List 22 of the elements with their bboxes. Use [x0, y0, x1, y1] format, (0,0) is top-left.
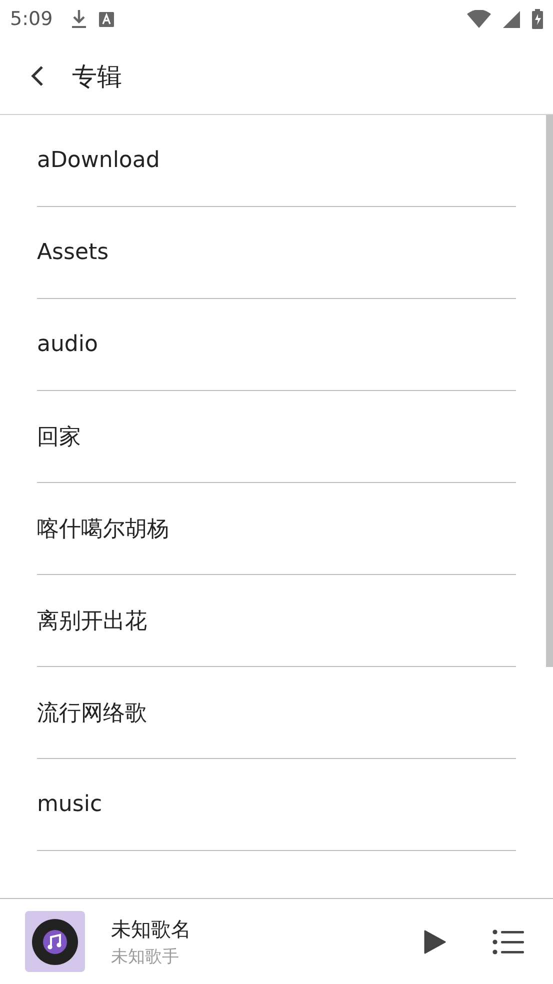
status-time: 5:09 [10, 8, 53, 30]
battery-icon [532, 9, 543, 29]
album-cover[interactable] [25, 911, 85, 972]
page-title: 专辑 [72, 60, 122, 92]
signal-icon [503, 10, 520, 28]
download-icon [70, 9, 87, 29]
back-icon [30, 65, 44, 87]
album-item[interactable]: 喀什噶尔胡杨 [37, 483, 516, 575]
music-disc-icon [32, 918, 78, 964]
play-icon [424, 928, 446, 954]
artist-name: 未知歌手 [111, 946, 180, 968]
list-icon [492, 928, 524, 954]
album-item[interactable]: 离别开出花 [37, 575, 516, 667]
font-icon [98, 12, 114, 26]
album-item[interactable]: Assets [37, 207, 516, 299]
song-title: 未知歌名 [111, 916, 192, 942]
album-item[interactable]: 回家 [37, 391, 516, 483]
album-item[interactable]: audio [37, 299, 516, 391]
album-item[interactable]: music [37, 759, 516, 851]
album-item[interactable]: 流行网络歌 [37, 667, 516, 759]
wifi-icon [467, 10, 491, 28]
album-item[interactable]: aDownload [37, 115, 516, 207]
